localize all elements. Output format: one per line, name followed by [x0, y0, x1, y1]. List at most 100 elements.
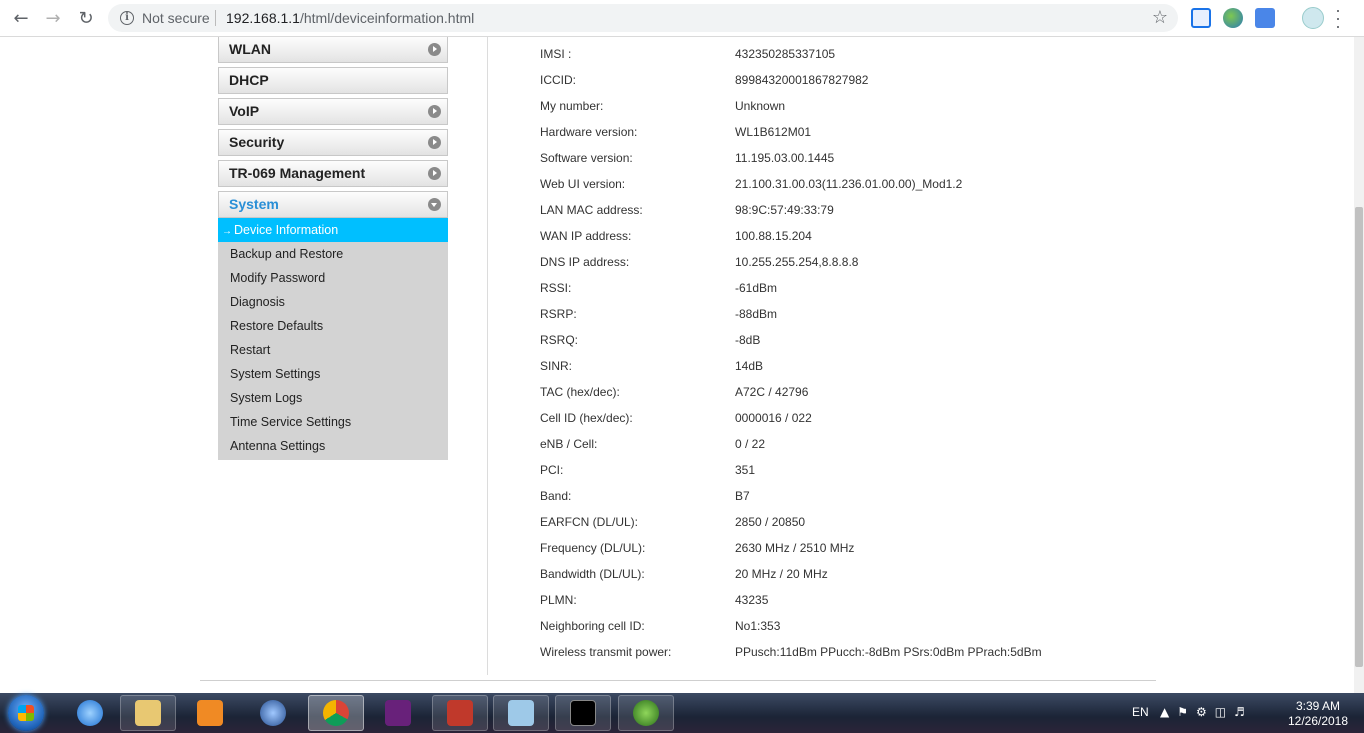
media-player-taskbar-icon[interactable] — [182, 695, 238, 731]
info-label: TAC (hex/dec): — [540, 385, 620, 399]
menu-wlan[interactable]: WLAN — [218, 37, 448, 63]
chrome-taskbar-icon[interactable] — [308, 695, 364, 731]
reload-icon[interactable]: ↻ — [73, 6, 99, 30]
translate-extension-icon[interactable] — [1255, 8, 1275, 28]
system-tray-icons[interactable]: ▲⚑⚙◫♬ — [1160, 705, 1253, 719]
profile-avatar[interactable] — [1302, 7, 1324, 29]
clock[interactable]: 3:39 AM 12/26/2018 — [1280, 699, 1356, 729]
info-row: Bandwidth (DL/UL): 20 MHz / 20 MHz — [540, 561, 1042, 587]
info-label: Cell ID (hex/dec): — [540, 411, 633, 425]
menu-voip[interactable]: VoIP — [218, 98, 448, 125]
back-arrow-icon[interactable]: ← — [8, 6, 34, 30]
info-label: EARFCN (DL/UL): — [540, 515, 639, 529]
info-row: SINR: 14dB — [540, 353, 1042, 379]
submenu-system-logs[interactable]: System Logs — [218, 386, 448, 410]
extension-icon[interactable] — [1191, 8, 1211, 28]
info-value: 0000016 / 022 — [735, 411, 812, 425]
info-row: IMSI : 432350285337105 — [540, 41, 1042, 67]
info-row: eNB / Cell: 0 / 22 — [540, 431, 1042, 457]
menu-label: TR-069 Management — [229, 165, 366, 181]
info-value: -8dB — [735, 333, 761, 347]
info-label: PCI: — [540, 463, 564, 477]
menu-dhcp[interactable]: DHCP — [218, 67, 448, 94]
forward-arrow-icon[interactable]: → — [40, 6, 66, 30]
submenu-device-information[interactable]: → Device Information — [218, 218, 448, 242]
explorer-taskbar-icon[interactable] — [120, 695, 176, 731]
submenu-modify-password[interactable]: Modify Password — [218, 266, 448, 290]
submenu-system-settings[interactable]: System Settings — [218, 362, 448, 386]
menu-tr069-management[interactable]: TR-069 Management — [218, 160, 448, 187]
submenu-time-service-settings[interactable]: Time Service Settings — [218, 410, 448, 434]
info-label: SINR: — [540, 359, 573, 373]
language-indicator[interactable]: EN — [1132, 705, 1149, 719]
info-label: RSSI: — [540, 281, 572, 295]
menu-label: VoIP — [229, 103, 260, 119]
visual-studio-taskbar-icon[interactable] — [370, 695, 426, 731]
browser-toolbar: ← → ↻ i Not secure 192.168.1.1/html/devi… — [0, 0, 1364, 37]
info-value: -61dBm — [735, 281, 778, 295]
info-row: Web UI version: 21.100.31.00.03(11.236.01… — [540, 171, 1042, 197]
menu-label: DHCP — [229, 72, 269, 88]
info-row: WAN IP address: 100.88.15.204 — [540, 223, 1042, 249]
windows-taskbar: EN ▲⚑⚙◫♬ 3:39 AM 12/26/2018 — [0, 693, 1364, 733]
info-value: No1:353 — [735, 619, 781, 633]
info-row: EARFCN (DL/UL): 2850 / 20850 — [540, 509, 1042, 535]
info-row: RSSI: -61dBm — [540, 275, 1042, 301]
url-host: 192.168.1.1 — [226, 10, 300, 26]
toolbox-taskbar-icon[interactable] — [432, 695, 488, 731]
info-label: My number: — [540, 99, 604, 113]
security-label[interactable]: Not secure — [142, 10, 210, 26]
info-label: Wireless transmit power: — [540, 645, 672, 659]
download-manager-taskbar-icon[interactable] — [618, 695, 674, 731]
network-globe-taskbar-icon[interactable] — [245, 695, 301, 731]
address-bar[interactable]: i Not secure 192.168.1.1/html/deviceinfo… — [108, 4, 1178, 32]
info-value: -88dBm — [735, 307, 778, 321]
extension-globe-icon[interactable] — [1223, 8, 1243, 28]
info-value: 10.255.255.254,8.8.8.8 — [735, 255, 859, 269]
info-row: PLMN: 43235 — [540, 587, 1042, 613]
submenu-antenna-settings[interactable]: Antenna Settings — [218, 434, 448, 458]
info-label: Frequency (DL/UL): — [540, 541, 646, 555]
info-row: Hardware version: WL1B612M01 — [540, 119, 1042, 145]
cmd-taskbar-icon[interactable] — [555, 695, 611, 731]
info-value: 0 / 22 — [735, 437, 766, 451]
info-row: TAC (hex/dec): A72C / 42796 — [540, 379, 1042, 405]
system-submenu: → Device Information Backup and Restore M… — [218, 218, 448, 460]
info-value: 43235 — [735, 593, 769, 607]
info-label: RSRP: — [540, 307, 577, 321]
info-label: Software version: — [540, 151, 633, 165]
info-value: 21.100.31.00.03(11.236.01.00.00)_Mod1.2 — [735, 177, 963, 191]
info-row: Band: B7 — [540, 483, 1042, 509]
url-path: /html/deviceinformation.html — [299, 10, 475, 26]
info-value: A72C / 42796 — [735, 385, 809, 399]
info-value: 11.195.03.00.1445 — [735, 151, 835, 165]
info-label: Band: — [540, 489, 572, 503]
chevron-right-icon — [428, 136, 441, 149]
notepad-taskbar-icon[interactable] — [493, 695, 549, 731]
submenu-restart[interactable]: Restart — [218, 338, 448, 362]
submenu-backup-restore[interactable]: Backup and Restore — [218, 242, 448, 266]
page-content: WLAN DHCP VoIP Security TR-069 Managemen… — [0, 37, 1354, 693]
info-label: Bandwidth (DL/UL): — [540, 567, 645, 581]
star-icon[interactable]: ☆ — [1152, 7, 1168, 28]
kebab-menu-icon[interactable]: · · · — [1334, 1, 1342, 35]
chevron-right-icon — [428, 105, 441, 118]
footer-divider — [200, 680, 1156, 681]
info-row: Cell ID (hex/dec): 0000016 / 022 — [540, 405, 1042, 431]
menu-security[interactable]: Security — [218, 129, 448, 156]
info-icon[interactable]: i — [120, 11, 134, 25]
url-text[interactable]: 192.168.1.1/html/deviceinformation.html — [226, 10, 474, 26]
submenu-diagnosis[interactable]: Diagnosis — [218, 290, 448, 314]
menu-system[interactable]: System — [218, 191, 448, 218]
start-button[interactable] — [8, 695, 44, 731]
ie-taskbar-icon[interactable] — [62, 695, 118, 731]
page-scrollbar[interactable] — [1354, 37, 1364, 693]
info-value: 2630 MHz / 2510 MHz — [735, 541, 855, 555]
info-row: RSRP: -88dBm — [540, 301, 1042, 327]
submenu-restore-defaults[interactable]: Restore Defaults — [218, 314, 448, 338]
info-label: Web UI version: — [540, 177, 626, 191]
info-value: 432350285337105 — [735, 47, 836, 61]
scrollbar-thumb[interactable] — [1355, 207, 1363, 667]
info-row: RSRQ: -8dB — [540, 327, 1042, 353]
chevron-down-icon — [428, 198, 441, 211]
